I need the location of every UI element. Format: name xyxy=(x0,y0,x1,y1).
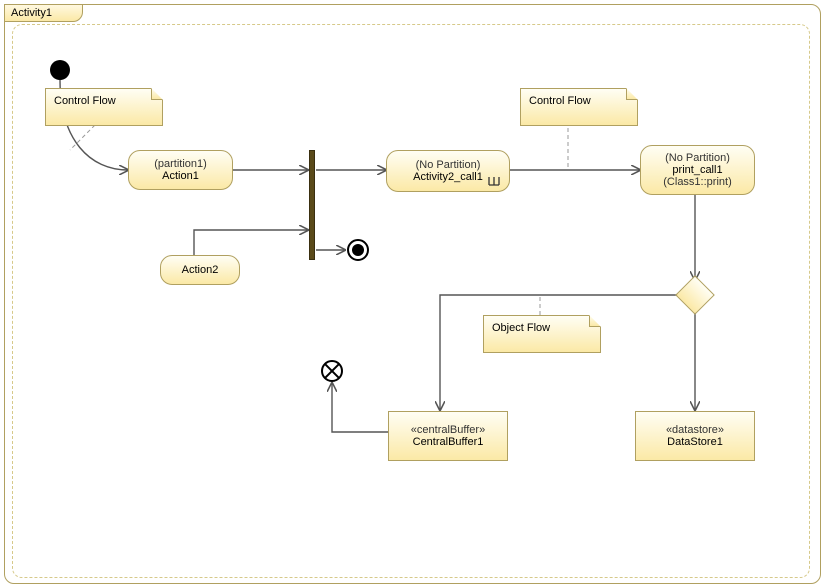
object-central-buffer[interactable]: «centralBuffer» CentralBuffer1 xyxy=(388,411,508,461)
object-stereotype-label: «centralBuffer» xyxy=(411,424,485,436)
object-name-label: DataStore1 xyxy=(667,436,723,448)
action-name-label: Action1 xyxy=(162,170,199,182)
object-data-store[interactable]: «datastore» DataStore1 xyxy=(635,411,755,461)
object-name-label: CentralBuffer1 xyxy=(413,436,484,448)
rake-icon xyxy=(487,177,501,187)
flow-final-node[interactable] xyxy=(321,360,343,382)
initial-node[interactable] xyxy=(50,60,70,80)
diagram-canvas: Activity1 xyxy=(0,0,825,588)
action-print-call[interactable]: (No Partition) print_call1 (Class1::prin… xyxy=(640,145,755,195)
action-partition-label: (partition1) xyxy=(154,158,207,170)
action-name-label: print_call1 xyxy=(672,164,722,176)
action-partition-label: (No Partition) xyxy=(416,159,481,171)
object-stereotype-label: «datastore» xyxy=(666,424,724,436)
activity-final-node[interactable] xyxy=(347,239,369,261)
action-sub-label: (Class1::print) xyxy=(663,176,731,188)
note-control-flow-1[interactable]: Control Flow xyxy=(45,88,163,126)
fork-bar[interactable] xyxy=(309,150,315,260)
note-label: Control Flow xyxy=(54,95,116,107)
action-action1[interactable]: (partition1) Action1 xyxy=(128,150,233,190)
action-action2[interactable]: Action2 xyxy=(160,255,240,285)
note-label: Control Flow xyxy=(529,95,591,107)
note-label: Object Flow xyxy=(492,322,550,334)
action-name-label: Action2 xyxy=(182,264,219,276)
note-object-flow[interactable]: Object Flow xyxy=(483,315,601,353)
action-activity2-call[interactable]: (No Partition) Activity2_call1 xyxy=(386,150,510,192)
action-name-label: Activity2_call1 xyxy=(413,171,483,183)
activity-frame-title-label: Activity1 xyxy=(11,7,52,19)
note-control-flow-2[interactable]: Control Flow xyxy=(520,88,638,126)
action-partition-label: (No Partition) xyxy=(665,152,730,164)
activity-frame-title: Activity1 xyxy=(4,4,83,22)
